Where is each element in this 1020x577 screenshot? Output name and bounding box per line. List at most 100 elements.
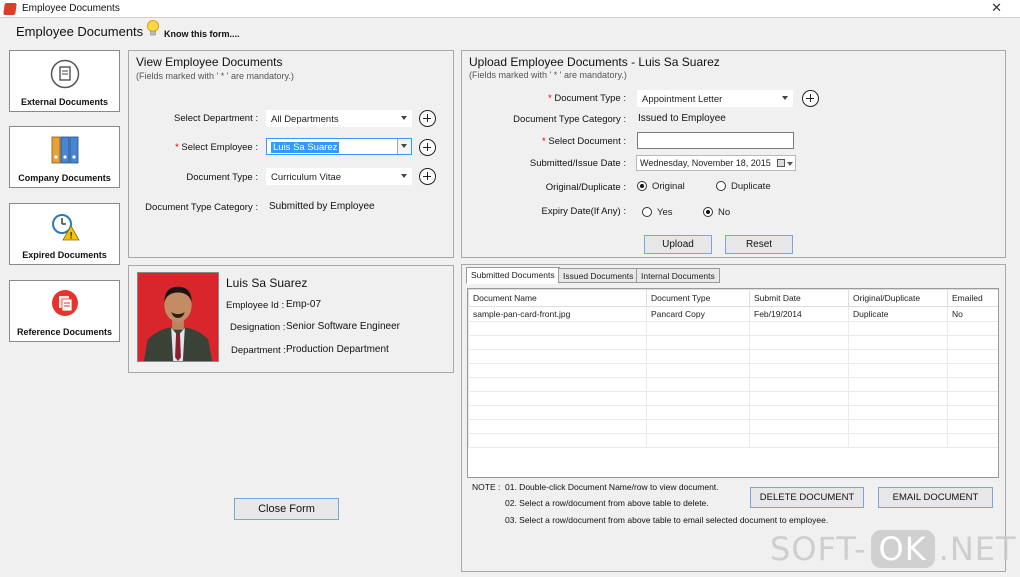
department-select[interactable]: All Departments [266,110,412,127]
watermark-right: .NET [938,530,1017,568]
employee-id-label: Employee Id : [226,300,285,311]
column-header[interactable]: Original/Duplicate [848,289,948,307]
add-department-icon[interactable] [419,110,436,127]
table-row[interactable]: sample-pan-card-front.jpg Pancard Copy F… [468,306,998,322]
sidebar-item-reference-documents[interactable]: Reference Documents [9,280,120,342]
select-document-label: * Select Document : [500,136,626,147]
upload-doc-category-label: Document Type Category : [513,114,626,125]
required-asterisk: * [542,136,546,147]
upload-doc-category-value: Issued to Employee [638,113,726,124]
table-row-empty [468,321,998,336]
table-cell: Feb/19/2014 [749,306,849,322]
expiry-yes-label: Yes [657,207,673,218]
radio-dot [637,181,647,191]
add-doc-type-icon[interactable] [419,168,436,185]
close-form-button[interactable]: Close Form [234,498,339,520]
expiry-yes-radio[interactable]: Yes [642,206,673,220]
upload-doc-type-label: * Document Type : [500,93,626,104]
original-radio[interactable]: Original [637,180,685,194]
expiry-no-radio[interactable]: No [703,206,730,220]
upload-panel-title: Upload Employee Documents - Luis Sa Suar… [469,55,720,69]
select-document-input[interactable] [637,132,794,149]
table-row-empty [468,349,998,364]
chevron-down-icon [401,116,407,120]
table-row-empty [468,433,998,448]
table-row-empty [468,363,998,378]
employee-label: * Select Employee : [148,142,258,153]
radio-dot [703,207,713,217]
employee-value: Luis Sa Suarez [271,142,340,153]
app-icon [3,3,17,15]
table-cell: Pancard Copy [646,306,750,322]
tab-internal-documents[interactable]: Internal Documents [636,268,720,283]
svg-text:!: ! [70,231,73,241]
sidebar-item-expired-documents[interactable]: ! Expired Documents [9,203,120,265]
doc-category-label: Document Type Category : [145,202,258,213]
column-header[interactable]: Document Name [468,289,647,307]
employee-department-value: Production Department [286,344,389,355]
view-panel-subtitle: (Fields marked with ' * ' are mandatory.… [136,71,294,81]
tab-submitted-documents[interactable]: Submitted Documents [466,267,560,284]
clock-warning-icon: ! [52,214,80,241]
department-label: Select Department : [174,113,258,124]
pages-icon [52,290,78,316]
email-document-button[interactable]: EMAIL DOCUMENT [878,487,993,508]
sidebar-item-label: Company Documents [18,173,111,183]
issue-date-label: Submitted/Issue Date : [529,158,626,169]
sidebar-item-external-documents[interactable]: External Documents [9,50,120,112]
duplicate-radio-label: Duplicate [731,181,771,192]
table-cell: sample-pan-card-front.jpg [468,306,647,322]
note-line-1: 01. Double-click Document Name/row to vi… [505,482,719,492]
note-line-2: 02. Select a row/document from above tab… [505,498,709,508]
tab-issued-documents[interactable]: Issued Documents [558,268,639,283]
table-cell: Duplicate [848,306,948,322]
required-asterisk: * [548,93,552,104]
duplicate-radio[interactable]: Duplicate [716,180,771,194]
chevron-down-icon [401,144,407,148]
sidebar-item-label: External Documents [20,97,109,107]
upload-button[interactable]: Upload [644,235,712,254]
upload-doc-type-select[interactable]: Appointment Letter [637,90,793,107]
table-row-empty [468,405,998,420]
employee-select[interactable]: Luis Sa Suarez [266,138,412,155]
calendar-icon [777,159,785,167]
add-upload-doc-type-icon[interactable] [802,90,819,107]
expiry-no-label: No [718,207,731,218]
original-duplicate-label: Original/Duplicate : [545,182,626,193]
add-employee-icon[interactable] [419,139,436,156]
view-panel-title: View Employee Documents [136,55,283,69]
sidebar-item-label: Expired Documents [22,250,107,260]
original-radio-label: Original [652,181,685,192]
table-row-empty [468,377,998,392]
upload-panel-subtitle: (Fields marked with ' * ' are mandatory.… [469,70,627,80]
employee-id-value: Emp-07 [286,299,322,310]
employee-name: Luis Sa Suarez [226,276,308,290]
designation-label: Designation : [230,322,286,333]
delete-document-button[interactable]: DELETE DOCUMENT [750,487,864,508]
sidebar-item-label: Reference Documents [16,327,113,337]
radio-dot [642,207,652,217]
expiry-date-label: Expiry Date(If Any) : [541,206,626,217]
window-close-button[interactable]: ✕ [991,0,1002,16]
employee-photo [137,272,219,362]
column-header[interactable]: Emailed [947,289,998,307]
window-titlebar: Employee Documents ✕ [0,0,1020,18]
table-row-empty [468,335,998,350]
select-document-label-text: Select Document : [548,136,626,147]
sidebar-item-company-documents[interactable]: Company Documents [9,126,120,188]
watermark-mid: OK [870,530,935,568]
watermark-logo: SOFT- OK .NET [770,530,1017,572]
employee-label-text: Select Employee : [181,142,258,153]
employee-department-label: Department : [231,345,286,356]
table-row-empty [468,419,998,434]
column-header[interactable]: Submit Date [749,289,849,307]
issue-date-picker[interactable]: Wednesday, November 18, 2015 [636,155,796,171]
help-link[interactable]: Know this form.... [164,29,240,39]
note-line-3: 03. Select a row/document from above tab… [505,515,829,525]
watermark-left: SOFT- [770,530,867,568]
documents-table: Document Name Document Type Submit Date … [467,288,999,478]
chevron-down-icon [782,96,788,100]
reset-button[interactable]: Reset [725,235,793,254]
column-header[interactable]: Document Type [646,289,750,307]
doc-type-select[interactable]: Curriculum Vitae [266,168,412,185]
